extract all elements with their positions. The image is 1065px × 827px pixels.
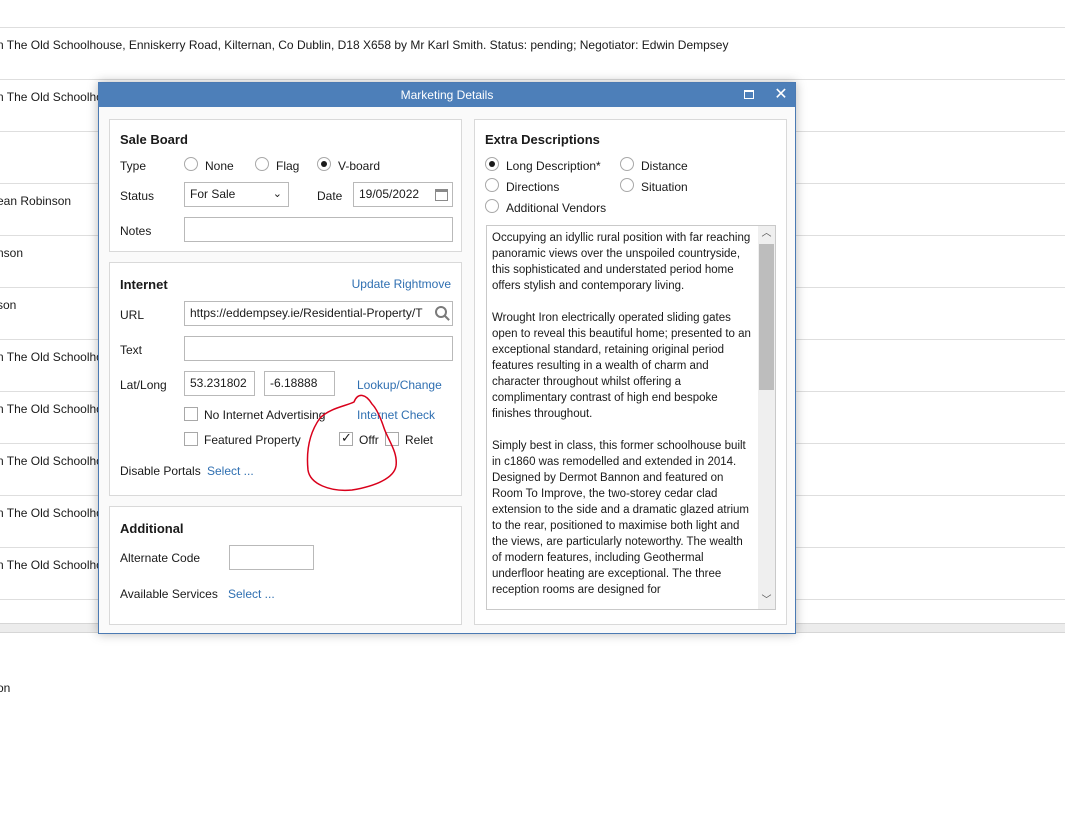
freehand-annotation-circle xyxy=(306,394,397,492)
annotation-overlay xyxy=(306,394,397,492)
